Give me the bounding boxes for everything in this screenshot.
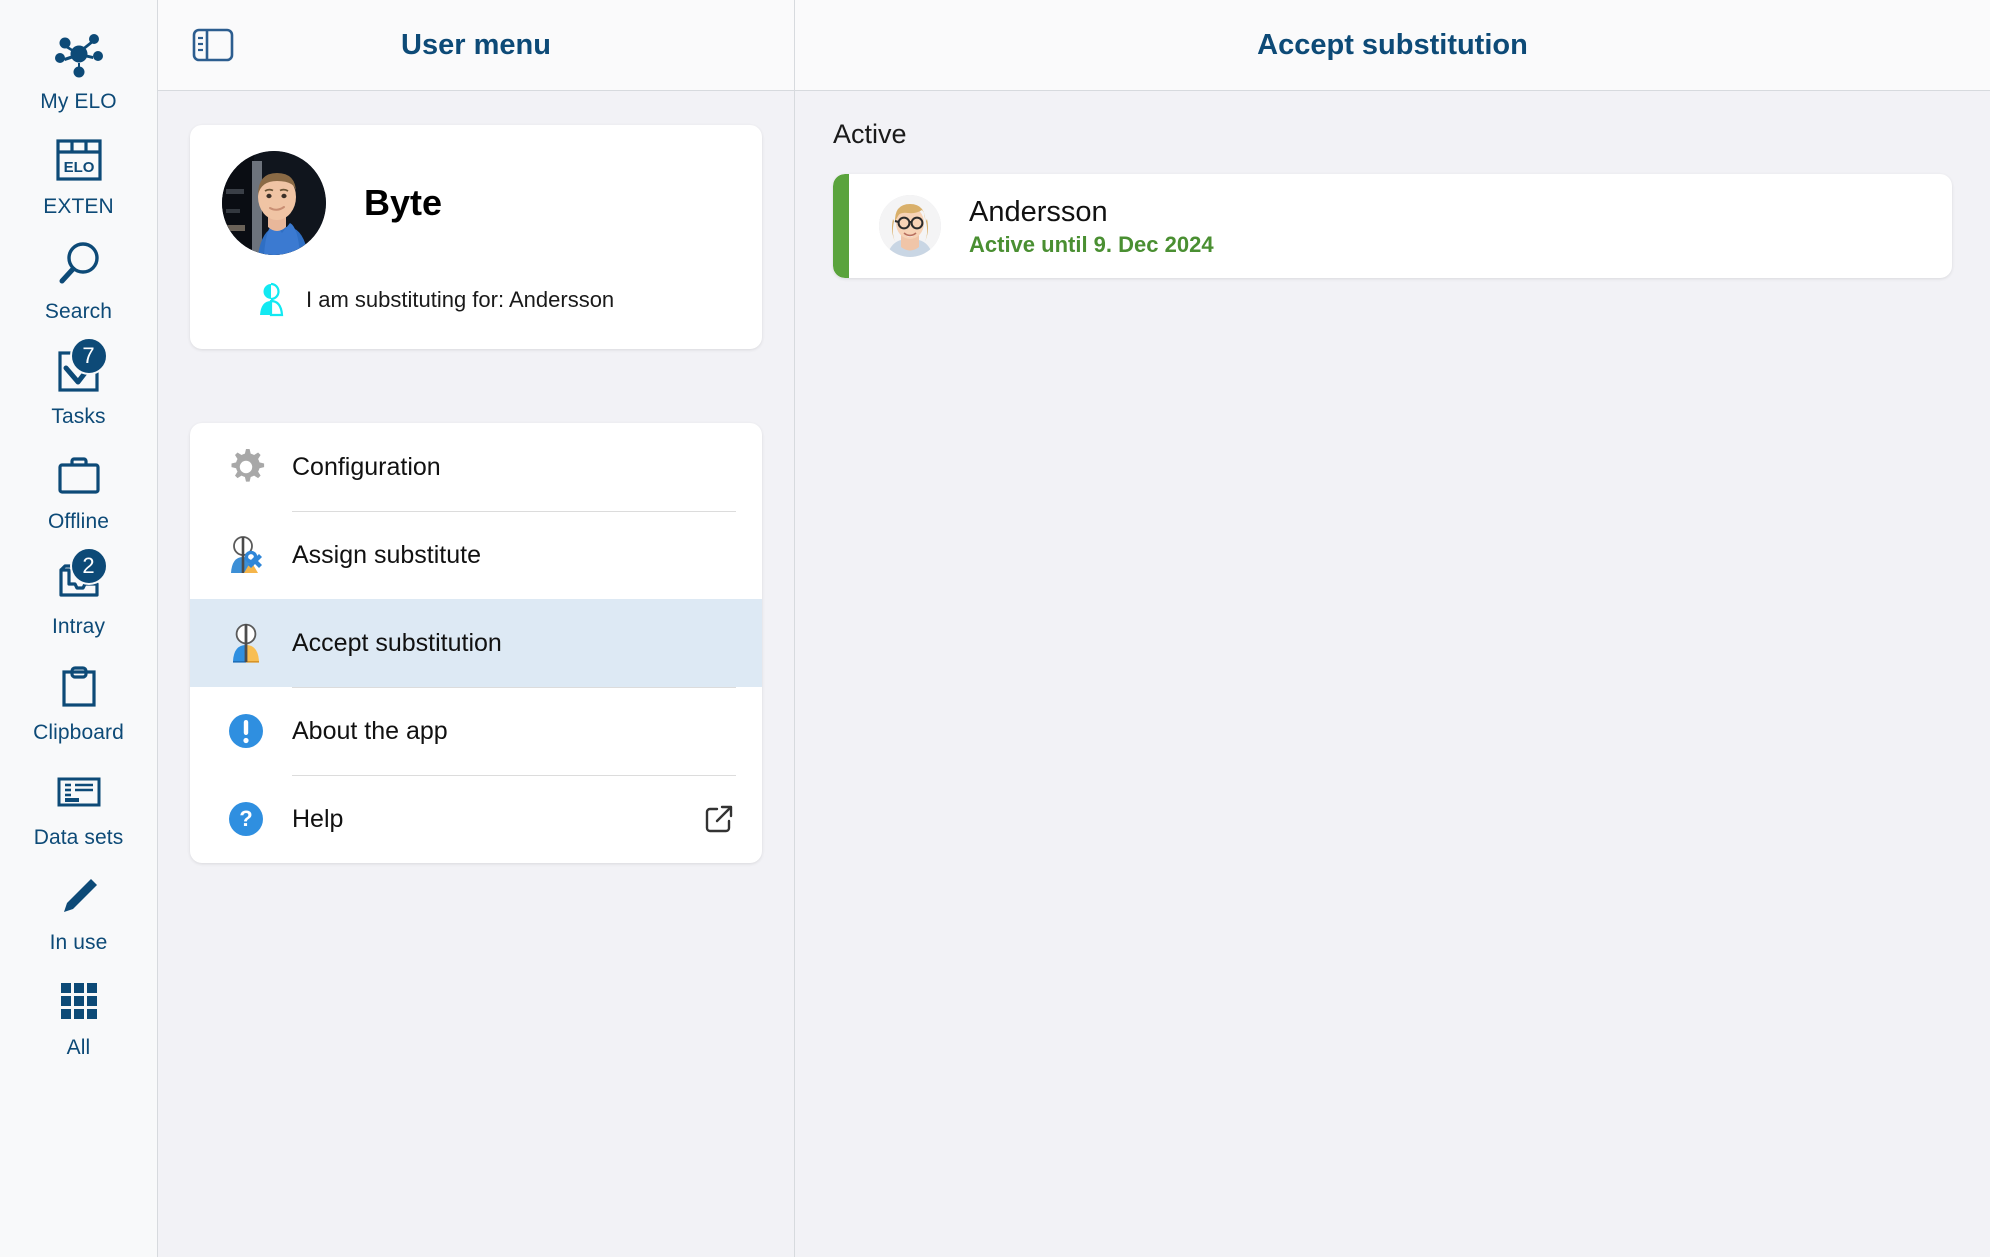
sidebar-item-exten[interactable]: ELO EXTEN <box>0 119 158 224</box>
sidebar-item-label: EXTEN <box>43 195 114 219</box>
sidebar-item-label: Tasks <box>51 405 106 429</box>
substitution-note-row: I am substituting for: Andersson <box>190 281 762 319</box>
menu-item-assign-substitute[interactable]: Assign substitute <box>190 511 762 599</box>
tasks-badge: 7 <box>69 337 108 376</box>
avatar <box>879 195 941 257</box>
grid-apps-icon <box>48 970 110 1032</box>
profile-top-row: Byte <box>190 151 762 255</box>
profile-name: Byte <box>364 182 443 223</box>
panel-toggle-icon[interactable] <box>186 18 240 72</box>
sidebar-item-search[interactable]: Search <box>0 224 158 329</box>
menu-item-content: Assign substitute <box>292 511 762 599</box>
menu-item-label: Accept substitution <box>292 628 502 657</box>
intray-tray-icon: 2 <box>48 547 110 611</box>
menu-item-label: About the app <box>292 716 448 745</box>
data-sets-icon <box>48 760 110 822</box>
clipboard-icon <box>48 655 110 717</box>
menu-divider <box>292 511 736 512</box>
sidebar-item-label: Offline <box>47 510 109 534</box>
substitution-note-text: I am substituting for: Andersson <box>306 287 615 312</box>
avatar <box>222 151 326 255</box>
app-root: My ELO ELO EXTEN Search 7 Tasks Offline … <box>0 0 1990 1257</box>
profile-card: Byte I am substituting for: Andersson <box>190 125 762 349</box>
menu-divider <box>292 775 736 776</box>
elo-archive-icon: ELO <box>48 129 110 191</box>
substitution-list-item[interactable]: Andersson Active until 9. Dec 2024 <box>833 174 1952 278</box>
menu-item-label: Assign substitute <box>292 540 481 569</box>
main-sidebar: My ELO ELO EXTEN Search 7 Tasks Offline … <box>0 0 158 1257</box>
user-menu-title: User menu <box>401 28 551 61</box>
substitution-item-content: Andersson Active until 9. Dec 2024 <box>849 174 1952 278</box>
page-title: Accept substitution <box>1257 28 1528 61</box>
sidebar-item-in-use[interactable]: In use <box>0 855 158 960</box>
svg-text:ELO: ELO <box>63 159 94 176</box>
external-link-icon[interactable] <box>702 802 736 836</box>
sidebar-item-my-elo[interactable]: My ELO <box>0 14 158 119</box>
search-icon <box>48 234 110 296</box>
menu-item-configuration[interactable]: Configuration <box>190 423 762 511</box>
menu-item-help[interactable]: ? Help <box>190 775 762 863</box>
sidebar-item-label: My ELO <box>40 90 117 113</box>
sidebar-item-data-sets[interactable]: Data sets <box>0 750 158 855</box>
sidebar-item-intray[interactable]: 2 Intray <box>0 539 158 644</box>
accept-substitution-icon <box>222 619 270 667</box>
menu-item-content: Accept substitution <box>292 599 762 687</box>
menu-divider <box>292 687 736 688</box>
substitute-person-icon <box>252 281 290 319</box>
user-menu-body: Byte I am substituting for: Andersson Co… <box>158 91 794 1257</box>
svg-text:?: ? <box>239 806 252 831</box>
intray-badge: 2 <box>69 547 108 586</box>
user-menu-panel: User menu Byte I am substituting for: An… <box>158 0 795 1257</box>
sidebar-item-label: Data sets <box>33 825 124 849</box>
sidebar-item-label: Clipboard <box>33 720 124 744</box>
info-exclamation-icon <box>222 707 270 755</box>
sidebar-item-label: In use <box>49 930 108 954</box>
accept-substitution-body: Active Andersson Active until 9. Dec 202… <box>795 91 1990 1257</box>
sidebar-item-label: Search <box>44 300 113 324</box>
network-hub-icon <box>48 24 110 86</box>
section-title-active: Active <box>833 119 907 149</box>
sidebar-item-label: All <box>66 1035 91 1059</box>
menu-item-label: Help <box>292 804 344 833</box>
sidebar-item-all[interactable]: All <box>0 960 158 1065</box>
user-menu-header: User menu <box>158 0 794 91</box>
active-accent-bar <box>833 174 849 278</box>
sidebar-item-tasks[interactable]: 7 Tasks <box>0 329 158 434</box>
status-badge: Active until 9. Dec 2024 <box>969 232 1214 258</box>
accept-substitution-header: Accept substitution <box>795 0 1990 91</box>
pencil-icon <box>48 865 110 927</box>
assign-substitute-icon <box>222 531 270 579</box>
menu-item-about-the-app[interactable]: About the app <box>190 687 762 775</box>
sidebar-item-label: Intray <box>51 615 106 639</box>
menu-item-accept-substitution[interactable]: Accept substitution <box>190 599 762 687</box>
user-menu-list: Configuration Assign substitute Accept s… <box>190 423 762 863</box>
help-question-icon: ? <box>222 795 270 843</box>
menu-item-content: About the app <box>292 687 762 775</box>
substitution-name: Andersson <box>969 195 1108 228</box>
accept-substitution-panel: Accept substitution Active Andersson Act… <box>795 0 1990 1257</box>
menu-item-content: Help <box>292 775 762 863</box>
substitution-item-texts: Andersson Active until 9. Dec 2024 <box>969 194 1214 258</box>
sidebar-item-clipboard[interactable]: Clipboard <box>0 645 158 750</box>
briefcase-icon <box>48 444 110 506</box>
gear-icon <box>222 443 270 491</box>
sidebar-item-offline[interactable]: Offline <box>0 434 158 539</box>
menu-item-content: Configuration <box>292 423 762 511</box>
menu-item-label: Configuration <box>292 452 441 481</box>
tasks-check-icon: 7 <box>48 337 110 401</box>
